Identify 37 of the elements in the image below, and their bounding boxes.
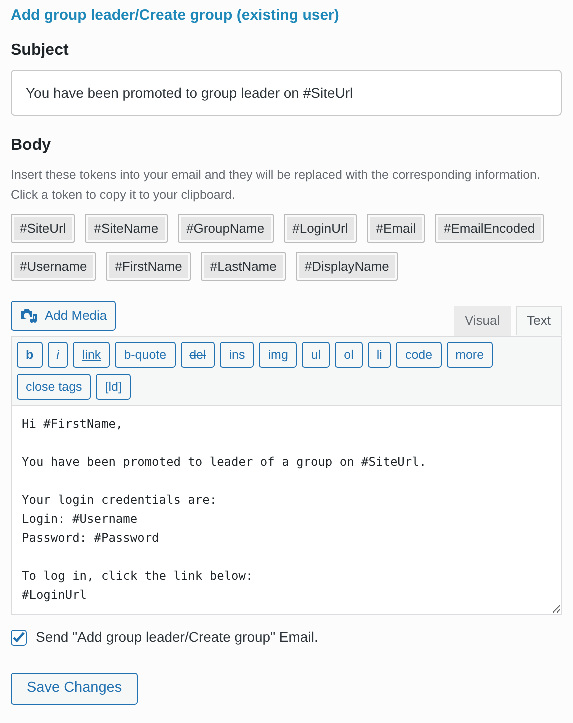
checkbox-label: Send "Add group leader/Create group" Email. bbox=[36, 628, 318, 647]
quicktag-button[interactable]: del bbox=[180, 342, 216, 368]
token-button[interactable]: #SiteUrl bbox=[11, 214, 76, 243]
quicktag-button[interactable]: link bbox=[73, 342, 110, 368]
token-button[interactable]: #Username bbox=[11, 252, 96, 281]
quicktag-button[interactable]: more bbox=[446, 342, 494, 368]
token-button[interactable]: #FirstName bbox=[106, 252, 192, 281]
quicktag-button[interactable]: b-quote bbox=[115, 342, 176, 368]
save-button[interactable]: Save Changes bbox=[11, 673, 138, 705]
quicktag-button[interactable]: [ld] bbox=[96, 374, 131, 400]
quicktag-button[interactable]: b bbox=[17, 342, 43, 368]
add-media-button[interactable]: Add Media bbox=[11, 301, 116, 331]
editor-tab[interactable]: Visual bbox=[454, 306, 512, 336]
media-icon bbox=[20, 308, 38, 324]
email-body-field[interactable]: Hi #FirstName, You have been promoted to leader of a group on #SiteUrl. Your login credentials are: Login: #Username Password: #Password To log in, click the link below: #LoginUrl bbox=[11, 405, 562, 615]
checkbox[interactable] bbox=[11, 630, 27, 646]
quicktag-button[interactable]: li bbox=[368, 342, 392, 368]
token-button[interactable]: #SiteName bbox=[85, 214, 168, 243]
quicktag-button[interactable]: code bbox=[396, 342, 442, 368]
token-button[interactable]: #Email bbox=[367, 214, 426, 243]
token-button[interactable]: #LastName bbox=[201, 252, 286, 281]
token-button[interactable]: #GroupName bbox=[178, 214, 274, 243]
quicktag-button[interactable]: ol bbox=[335, 342, 363, 368]
section-heading: Add group leader/Create group (existing user) bbox=[11, 6, 340, 26]
editor-tab[interactable]: Text bbox=[516, 306, 562, 336]
quicktag-button[interactable]: close tags bbox=[17, 374, 92, 400]
token-button[interactable]: #DisplayName bbox=[296, 252, 398, 281]
token-button[interactable]: #EmailEncoded bbox=[435, 214, 544, 243]
field-label: Subject bbox=[11, 41, 70, 61]
quicktag-button[interactable]: ins bbox=[220, 342, 254, 368]
quicktag-button[interactable]: i bbox=[48, 342, 68, 368]
token-button[interactable]: #LoginUrl bbox=[284, 214, 358, 243]
description-text: Insert these tokens into your email and they will be replaced with the corresponding information. Click a token to copy it to your clipboard. bbox=[11, 167, 542, 204]
quicktag-button[interactable]: ul bbox=[302, 342, 330, 368]
quicktag-button[interactable]: img bbox=[259, 342, 298, 368]
field-label: Body bbox=[11, 136, 52, 156]
subject-field[interactable]: You have been promoted to group leader on #SiteUrl bbox=[11, 70, 562, 116]
